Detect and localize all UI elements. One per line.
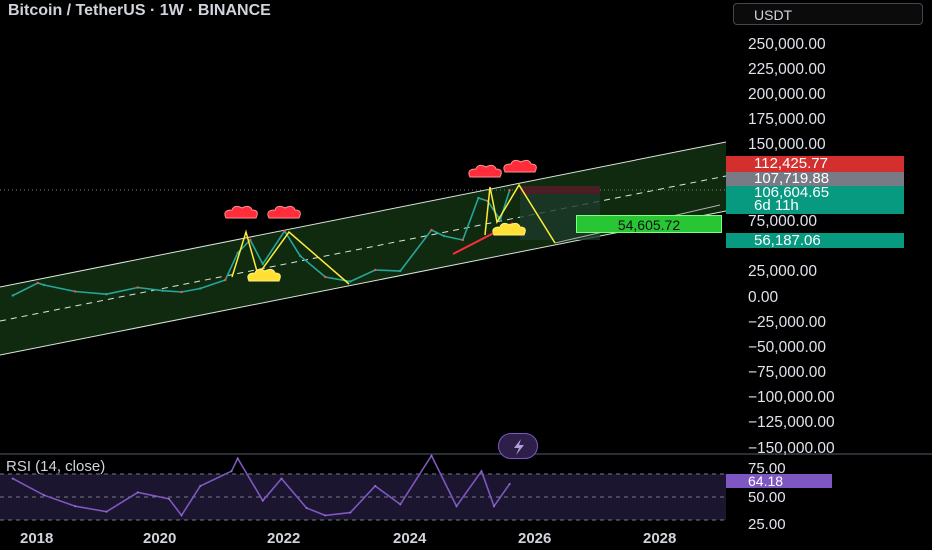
price-point: [74, 290, 77, 293]
price-point: [11, 294, 14, 297]
price-point: [42, 283, 46, 287]
price-tick: −75,000.00: [748, 364, 827, 381]
price-tick: 250,000.00: [748, 36, 826, 53]
rsi-point: [399, 503, 402, 506]
rsi-indicator-label[interactable]: RSI (14, close): [6, 458, 105, 475]
price-tick: −50,000.00: [748, 339, 827, 356]
price-point: [249, 238, 252, 242]
rsi-point: [280, 477, 283, 480]
rsi-point: [430, 454, 433, 457]
rsi-point: [11, 477, 14, 480]
rsi-point: [261, 499, 264, 502]
price-tick: −25,000.00: [748, 314, 827, 331]
price-point: [161, 289, 164, 292]
price-point: [508, 189, 511, 192]
rsi-point: [136, 491, 139, 494]
price-tick: −100,000.00: [748, 389, 835, 406]
price-point: [461, 238, 464, 242]
time-tick: 2026: [518, 530, 552, 547]
rsi-point: [230, 470, 233, 473]
price-point: [442, 234, 446, 238]
red-marker-2025-right[interactable]: [503, 159, 537, 173]
currency-button[interactable]: USDT: [733, 3, 923, 25]
rsi-point: [374, 484, 377, 487]
target-price-label[interactable]: 54,605.72: [576, 215, 722, 233]
price-point: [349, 280, 352, 283]
time-tick: 2028: [643, 530, 677, 547]
time-tick: 2022: [267, 530, 301, 547]
price-point: [283, 229, 286, 233]
rsi-point: [508, 482, 511, 485]
time-tick: 2024: [393, 530, 427, 547]
rsi-point: [105, 510, 108, 513]
rsi-point: [236, 457, 239, 460]
price-point: [136, 286, 139, 289]
red-marker-2021-left[interactable]: [224, 205, 258, 219]
rsi-point: [43, 494, 45, 497]
rsi-value-label[interactable]: 64.18: [726, 474, 832, 488]
channel-fill: [0, 142, 726, 355]
price-point: [324, 275, 327, 279]
price-point: [105, 293, 108, 296]
last-price-label[interactable]: 106,604.65: [726, 185, 904, 200]
price-tick: −150,000.00: [748, 440, 835, 457]
red-marker-2021-right[interactable]: [267, 205, 301, 219]
price-point: [199, 287, 202, 290]
rsi-point: [180, 514, 183, 517]
price-tick: 225,000.00: [748, 61, 826, 78]
price-tick: 75,000.00: [748, 213, 817, 230]
rsi-tick: 50.00: [748, 489, 786, 506]
rsi-point: [349, 511, 352, 514]
symbol-title[interactable]: Bitcoin / TetherUS · 1W · BINANCE: [8, 2, 271, 20]
projection-top-zone: [520, 186, 600, 194]
price-point: [374, 268, 377, 272]
rsi-point: [324, 514, 327, 517]
price-point: [180, 290, 183, 294]
price-point: [477, 196, 480, 200]
support-price-label[interactable]: 56,187.06: [726, 233, 904, 248]
time-tick: 2018: [20, 530, 54, 547]
lightning-icon[interactable]: [498, 433, 538, 459]
rsi-point: [74, 505, 77, 508]
rsi-point: [480, 470, 483, 473]
price-tick: 175,000.00: [748, 111, 826, 128]
price-tick: 25,000.00: [748, 263, 817, 280]
rsi-point: [199, 484, 202, 487]
price-tick: 0.00: [748, 289, 779, 306]
price-point: [299, 254, 302, 258]
red-marker-2024-left[interactable]: [468, 164, 502, 178]
bar-countdown-label: 6d 11h: [726, 198, 904, 214]
price-point: [36, 281, 39, 285]
rsi-tick: 25.00: [748, 516, 786, 533]
rsi-point: [493, 505, 495, 508]
time-tick: 2020: [143, 530, 177, 547]
price-point: [261, 262, 264, 266]
rsi-point: [455, 505, 458, 508]
rsi-point: [168, 497, 170, 500]
price-point: [399, 269, 402, 273]
price-tick: −125,000.00: [748, 414, 835, 431]
price-point: [224, 278, 227, 282]
rsi-point: [305, 507, 308, 510]
price-point: [430, 228, 433, 232]
price-tick: 200,000.00: [748, 86, 826, 103]
price-tick: 150,000.00: [748, 136, 826, 153]
